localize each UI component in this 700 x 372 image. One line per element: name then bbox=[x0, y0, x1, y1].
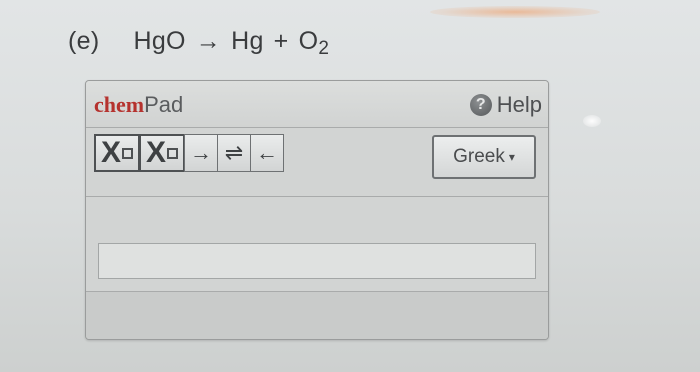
chempad-footer bbox=[86, 292, 548, 339]
screen-glare bbox=[430, 6, 600, 18]
reactant: HgO bbox=[133, 27, 186, 55]
greek-dropdown[interactable]: Greek ▾ bbox=[432, 135, 536, 179]
superscript-box-icon bbox=[167, 147, 178, 159]
left-arrow-icon: ← bbox=[256, 140, 278, 165]
chempad-header: chemPad ? Help bbox=[86, 81, 548, 128]
problem-label: (e) bbox=[68, 27, 100, 55]
subscript-x: X bbox=[100, 136, 121, 169]
plus-sign: + bbox=[273, 27, 289, 55]
superscript-x: X bbox=[145, 136, 166, 169]
chempad-toolbar: X X → ⇌ ← Greek ▾ bbox=[86, 128, 548, 197]
superscript-button[interactable]: X bbox=[139, 134, 185, 172]
problem-equation: (e) HgO → Hg + O2 bbox=[68, 27, 329, 60]
reaction-arrow: → bbox=[195, 27, 222, 55]
screen-glare-spot bbox=[583, 115, 601, 127]
help-label: Help bbox=[496, 92, 542, 117]
greek-label: Greek bbox=[453, 146, 505, 167]
equilibrium-arrow-button[interactable]: ⇌ bbox=[217, 134, 251, 172]
chempad-logo: chemPad bbox=[94, 92, 183, 118]
answer-area bbox=[86, 197, 548, 292]
product-2-subscript: 2 bbox=[318, 38, 330, 59]
help-link[interactable]: ? Help bbox=[469, 92, 542, 118]
product-2-element: O bbox=[298, 27, 319, 55]
subscript-box-icon bbox=[122, 147, 133, 159]
right-arrow-button[interactable]: → bbox=[184, 134, 218, 172]
left-arrow-button[interactable]: ← bbox=[250, 134, 284, 172]
product-1: Hg bbox=[231, 27, 264, 55]
brand-chem: chem bbox=[94, 92, 145, 117]
product-2: O2 bbox=[299, 27, 330, 60]
format-button-group: X X → ⇌ ← bbox=[94, 134, 284, 172]
equilibrium-arrow-icon: ⇌ bbox=[224, 140, 244, 165]
chempad-widget: chemPad ? Help X X → ⇌ ← Greek ▾ bbox=[85, 80, 549, 340]
right-arrow-icon: → bbox=[190, 140, 212, 165]
answer-input[interactable] bbox=[98, 243, 536, 279]
caret-down-icon: ▾ bbox=[508, 150, 515, 164]
help-icon: ? bbox=[469, 94, 492, 116]
brand-pad: Pad bbox=[144, 92, 184, 117]
subscript-button[interactable]: X bbox=[94, 134, 140, 172]
